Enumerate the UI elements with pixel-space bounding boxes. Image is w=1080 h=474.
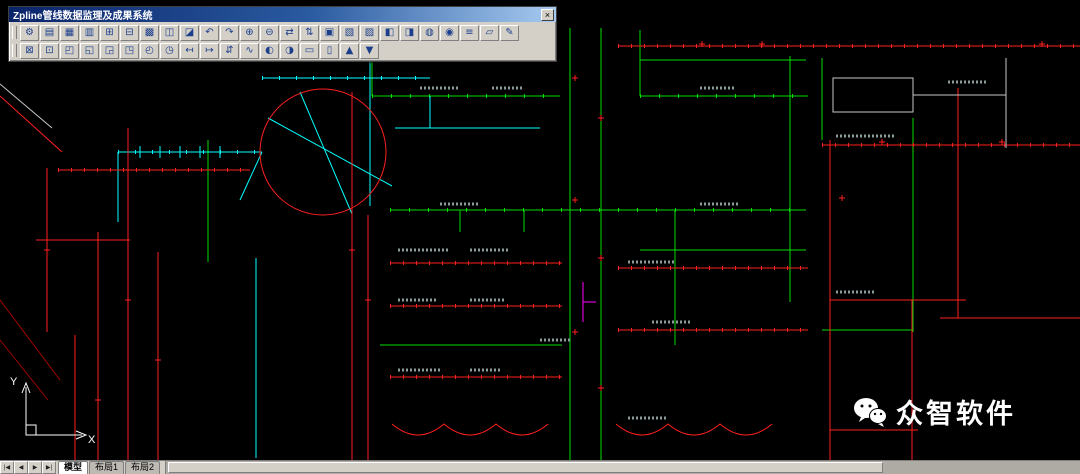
redo-icon[interactable]: ↷ bbox=[220, 25, 239, 41]
wave-icon[interactable]: ∿ bbox=[240, 43, 259, 59]
half-right-icon[interactable]: ◨ bbox=[400, 25, 419, 41]
half-moon-right-icon[interactable]: ◑ bbox=[280, 43, 299, 59]
gear-icon[interactable]: ⚙ bbox=[20, 25, 39, 41]
edit-icon[interactable]: ✎ bbox=[500, 25, 519, 41]
arrows-updown-icon[interactable]: ⇵ bbox=[220, 43, 239, 59]
scrollbar-thumb[interactable] bbox=[168, 462, 883, 473]
table-icon[interactable]: ▥ bbox=[80, 25, 99, 41]
delete-cell-icon[interactable]: ⊠ bbox=[20, 43, 39, 59]
tab-模型[interactable]: 模型 bbox=[58, 461, 88, 474]
grid-icon[interactable]: ▦ bbox=[60, 25, 79, 41]
copy-icon[interactable]: ◫ bbox=[160, 25, 179, 41]
sheet-icon[interactable]: ▤ bbox=[40, 25, 59, 41]
ucs-x-label: X bbox=[88, 434, 96, 445]
app-window: Y X 众智软件 Zpline管线数据监理及成果系统 × ⚙▤▦▥⊞⊟▩◫◪↶↷… bbox=[0, 0, 1080, 474]
ucs-y-label: Y bbox=[10, 376, 18, 388]
watermark: 众智软件 bbox=[853, 392, 1016, 431]
target-icon[interactable]: ◉ bbox=[440, 25, 459, 41]
cad-canvas[interactable]: Y X 众智软件 bbox=[0, 0, 1080, 461]
close-button[interactable]: × bbox=[541, 9, 554, 21]
toolbar-window-titlebar[interactable]: Zpline管线数据监理及成果系统 × bbox=[9, 7, 556, 22]
horizontal-scrollbar[interactable] bbox=[165, 461, 1080, 474]
last-tab-button[interactable]: ▶| bbox=[42, 461, 56, 474]
cells-icon[interactable]: ▣ bbox=[320, 25, 339, 41]
select-cell-icon[interactable]: ⊡ bbox=[40, 43, 59, 59]
layout-tabs: 模型布局1布局2 bbox=[58, 461, 161, 474]
arrow-left-bar-icon[interactable]: ↤ bbox=[180, 43, 199, 59]
first-tab-button[interactable]: |◀ bbox=[0, 461, 14, 474]
clock-end-icon[interactable]: ◷ bbox=[160, 43, 179, 59]
tab-布局2[interactable]: 布局2 bbox=[125, 461, 160, 474]
swap-vertical-icon[interactable]: ⇅ bbox=[300, 25, 319, 41]
prev-tab-button[interactable]: ◀ bbox=[14, 461, 28, 474]
swap-horizontal-icon[interactable]: ⇄ bbox=[280, 25, 299, 41]
remove-panel-icon[interactable]: ⊟ bbox=[120, 25, 139, 41]
rect-h-icon[interactable]: ▭ bbox=[300, 43, 319, 59]
layout-tab-bar: |◀◀▶▶| 模型布局1布局2 bbox=[0, 460, 1080, 474]
arrow-right-bar-icon[interactable]: ↦ bbox=[200, 43, 219, 59]
rect-v-icon[interactable]: ▯ bbox=[320, 43, 339, 59]
up-icon[interactable]: ▲ bbox=[340, 43, 359, 59]
toolbar-grip[interactable] bbox=[12, 26, 17, 39]
zoom-out-icon[interactable]: ⊖ bbox=[260, 25, 279, 41]
undo-icon[interactable]: ↶ bbox=[200, 25, 219, 41]
toolbar: ⚙▤▦▥⊞⊟▩◫◪↶↷⊕⊖⇄⇅▣▧▨◧◨◍◉≡▱✎ ⊠⊡◰◱◲◳◴◷↤↦⇵∿◐◑▭… bbox=[9, 22, 556, 61]
quadrant-2-icon[interactable]: ◱ bbox=[80, 43, 99, 59]
quadrant-3-icon[interactable]: ◲ bbox=[100, 43, 119, 59]
down-icon[interactable]: ▼ bbox=[360, 43, 379, 59]
watermark-text: 众智软件 bbox=[896, 392, 1016, 431]
quadrant-1-icon[interactable]: ◰ bbox=[60, 43, 79, 59]
zoom-in-icon[interactable]: ⊕ bbox=[240, 25, 259, 41]
parallelogram-icon[interactable]: ▱ bbox=[480, 25, 499, 41]
half-left-icon[interactable]: ◧ bbox=[380, 25, 399, 41]
quadrant-4-icon[interactable]: ◳ bbox=[120, 43, 139, 59]
add-panel-icon[interactable]: ⊞ bbox=[100, 25, 119, 41]
layers-icon[interactable]: ▩ bbox=[140, 25, 159, 41]
next-tab-button[interactable]: ▶ bbox=[28, 461, 42, 474]
tab-布局1[interactable]: 布局1 bbox=[89, 461, 124, 474]
wechat-icon bbox=[853, 397, 887, 427]
window-title: Zpline管线数据监理及成果系统 bbox=[13, 7, 539, 22]
list-icon[interactable]: ≡ bbox=[460, 25, 479, 41]
hatch-left-icon[interactable]: ▧ bbox=[340, 25, 359, 41]
circle-dot-icon[interactable]: ◍ bbox=[420, 25, 439, 41]
hatch-right-icon[interactable]: ▨ bbox=[360, 25, 379, 41]
half-moon-left-icon[interactable]: ◐ bbox=[260, 43, 279, 59]
ucs-icon: Y X bbox=[4, 369, 100, 445]
toolbar-window: Zpline管线数据监理及成果系统 × ⚙▤▦▥⊞⊟▩◫◪↶↷⊕⊖⇄⇅▣▧▨◧◨… bbox=[8, 6, 557, 62]
clock-start-icon[interactable]: ◴ bbox=[140, 43, 159, 59]
paste-icon[interactable]: ◪ bbox=[180, 25, 199, 41]
toolbar-grip[interactable] bbox=[12, 44, 17, 57]
tab-navigation: |◀◀▶▶| bbox=[0, 461, 56, 474]
